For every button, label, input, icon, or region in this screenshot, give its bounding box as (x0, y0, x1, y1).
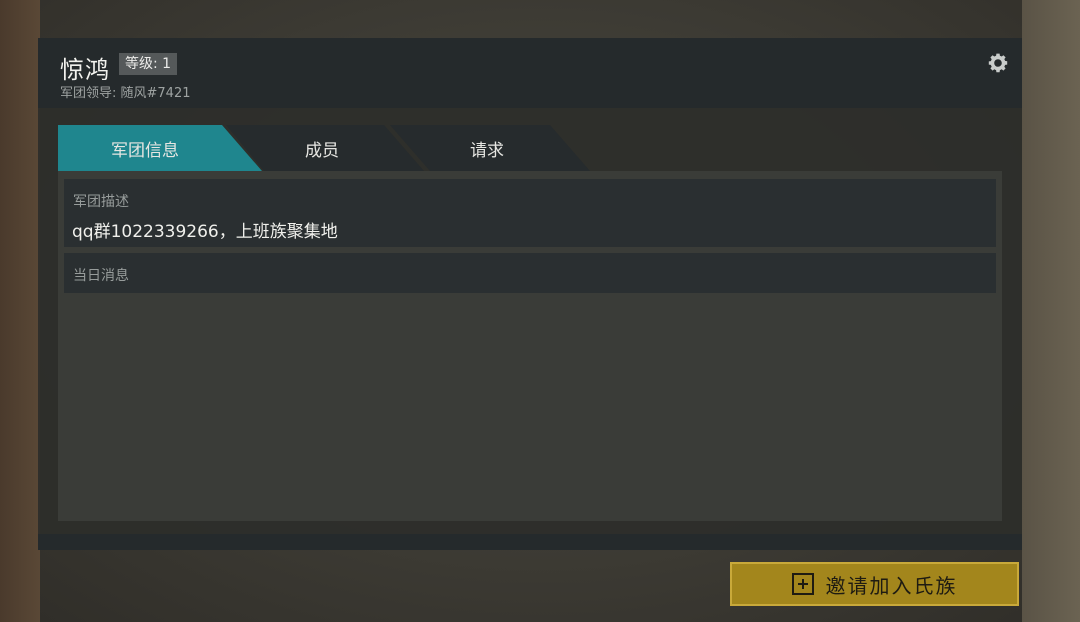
game-background-left (0, 0, 40, 622)
clan-panel: 惊鸿 等级: 1 军团领导: 随风#7421 军团信息 成员 请求 军团描述 q… (38, 38, 1022, 550)
game-background-right (1022, 0, 1080, 622)
tab-requests[interactable]: 请求 (390, 125, 594, 171)
gear-icon[interactable] (986, 51, 1010, 75)
message-of-the-day-field[interactable]: 当日消息 (64, 253, 996, 293)
invite-to-clan-label: 邀请加入氏族 (825, 573, 958, 598)
tab-members-label: 成员 (305, 140, 339, 161)
panel-footer-bar (38, 534, 1022, 550)
clan-description-field: 军团描述 qq群1022339266，上班族聚集地 (64, 179, 996, 247)
clan-info-content: 军团描述 qq群1022339266，上班族聚集地 当日消息 (58, 171, 1002, 521)
plus-square-icon (791, 573, 814, 595)
clan-description-label: 军团描述 (73, 194, 129, 210)
clan-leader: 军团领导: 随风#7421 (60, 86, 191, 101)
clan-description-value: qq群1022339266，上班族聚集地 (72, 222, 338, 242)
clan-header: 惊鸿 等级: 1 军团领导: 随风#7421 (38, 38, 1022, 108)
level-badge: 等级: 1 (119, 53, 178, 75)
tab-requests-label: 请求 (470, 140, 504, 161)
invite-to-clan-button[interactable]: 邀请加入氏族 (730, 562, 1019, 606)
tab-clan-info-label: 军团信息 (111, 140, 179, 161)
message-of-the-day-label: 当日消息 (73, 268, 129, 284)
clan-tabs: 军团信息 成员 请求 (58, 125, 598, 171)
clan-name: 惊鸿 (60, 56, 110, 84)
